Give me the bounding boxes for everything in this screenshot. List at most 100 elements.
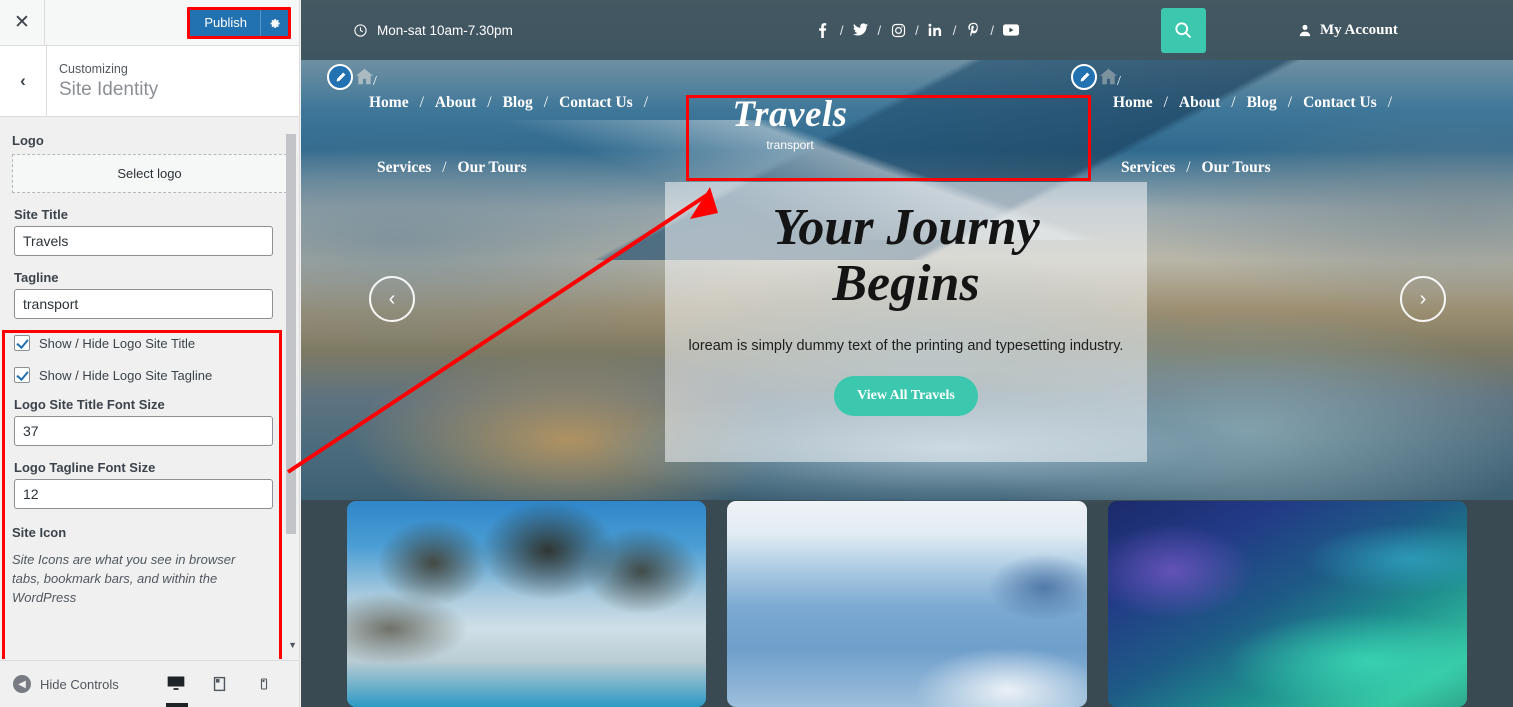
publish-button[interactable]: Publish — [190, 10, 288, 36]
instagram-icon[interactable] — [890, 23, 906, 38]
logo-site-title-font-size-label: Logo Site Title Font Size — [14, 397, 165, 412]
panel-header: ‹ Customizing Site Identity — [0, 45, 299, 117]
hide-controls-button[interactable]: ◀ Hide Controls — [13, 675, 119, 693]
desktop-preview-icon[interactable] — [164, 669, 188, 707]
destination-cards — [301, 501, 1513, 707]
logo-site-title-font-size-input[interactable] — [14, 416, 273, 446]
business-hours-label: Mon-sat 10am-7.30pm — [377, 22, 513, 38]
nav-separator: / — [543, 94, 549, 111]
show-hide-logo-site-tagline-label: Show / Hide Logo Site Tagline — [39, 367, 213, 383]
mobile-preview-icon[interactable] — [252, 669, 276, 699]
site-title-label: Site Title — [14, 207, 68, 222]
palm-beach-card[interactable] — [347, 501, 707, 707]
nav-item-about[interactable]: About — [1179, 94, 1220, 112]
social-separator: / — [952, 22, 957, 38]
social-separator: / — [990, 22, 994, 38]
business-hours: Mon-sat 10am-7.30pm — [353, 23, 513, 38]
scrollbar-down-arrow-icon[interactable]: ▼ — [288, 640, 297, 650]
panel-header-text: Customizing Site Identity — [47, 61, 158, 102]
social-separator: / — [915, 22, 919, 38]
santorini-coast-card[interactable] — [727, 501, 1087, 707]
publish-button-label: Publish — [204, 15, 247, 30]
chevron-left-circle-icon: ◀ — [13, 675, 31, 693]
site-topbar: Mon-sat 10am-7.30pm / / / / / My Account — [301, 0, 1513, 60]
home-icon — [355, 68, 374, 90]
pencil-edit-icon[interactable] — [1071, 64, 1097, 90]
nav-separator: / — [487, 94, 492, 111]
site-icon-description: Site Icons are what you see in browser t… — [12, 552, 236, 605]
view-all-travels-button[interactable]: View All Travels — [834, 376, 978, 416]
nav-item-our-tours[interactable]: Our Tours — [458, 159, 527, 177]
aurora-card[interactable] — [1107, 501, 1467, 707]
device-preview-switcher — [164, 669, 276, 707]
nav-item-home[interactable]: Home — [369, 94, 409, 112]
nav-item-blog[interactable]: Blog — [1247, 94, 1277, 112]
nav-item-contact-us[interactable]: Contact Us — [559, 94, 633, 112]
pinterest-icon[interactable] — [965, 22, 981, 38]
back-button[interactable]: ‹ — [0, 45, 47, 117]
social-separator: / — [877, 22, 882, 38]
primary-nav-block-right: / Home / About / Blog / Contact Us / Ser… — [1071, 64, 1471, 194]
hero-slide-card: Your Journy Begins loream is simply dumm… — [665, 182, 1147, 462]
nav-separator: / — [1231, 94, 1236, 111]
site-branding[interactable]: Travels transport — [690, 94, 890, 153]
nav-item-services[interactable]: Services — [1121, 159, 1175, 177]
search-button[interactable] — [1160, 7, 1206, 53]
show-hide-logo-site-tagline-row[interactable]: Show / Hide Logo Site Tagline — [14, 367, 287, 383]
nav-item-our-tours[interactable]: Our Tours — [1202, 159, 1271, 177]
close-icon[interactable]: ✕ — [0, 0, 45, 45]
logo-tagline-font-size-label: Logo Tagline Font Size — [14, 460, 156, 475]
person-icon — [1298, 23, 1312, 38]
carousel-prev-button[interactable]: ‹ — [369, 276, 415, 322]
show-hide-logo-site-title-row[interactable]: Show / Hide Logo Site Title — [14, 335, 287, 351]
sidebar-scrollbar-thumb[interactable] — [286, 134, 296, 534]
facebook-icon[interactable] — [815, 22, 831, 38]
pencil-edit-icon[interactable] — [327, 64, 353, 90]
show-hide-logo-site-tagline-checkbox[interactable] — [14, 367, 30, 383]
primary-nav-block-left: / Home / About / Blog / Contact Us / Ser… — [327, 64, 707, 194]
panel-kicker: Customizing — [59, 61, 128, 76]
carousel-next-button[interactable]: › — [1400, 276, 1446, 322]
show-hide-logo-site-title-checkbox[interactable] — [14, 335, 30, 351]
panel-body[interactable]: Logo Select logo Site Title Tagline Show… — [0, 117, 299, 659]
nav-row-primary: Home / About / Blog / Contact Us / — [1113, 94, 1403, 112]
nav-separator: / — [419, 94, 424, 111]
nav-item-home[interactable]: Home — [1113, 94, 1153, 112]
nav-separator: / — [442, 159, 447, 176]
social-separator: / — [839, 22, 844, 38]
nav-separator: / — [373, 74, 377, 89]
site-tagline: transport — [766, 138, 814, 152]
nav-separator: / — [1287, 94, 1293, 111]
my-account-label: My Account — [1319, 21, 1398, 38]
home-icon — [1099, 68, 1118, 90]
site-title-input[interactable] — [14, 226, 273, 256]
site-icon-label: Site Icon — [12, 525, 67, 540]
nav-separator: / — [643, 94, 648, 111]
nav-item-about[interactable]: About — [435, 94, 476, 112]
logo-tagline-font-size-input[interactable] — [14, 479, 273, 509]
hide-controls-label: Hide Controls — [40, 676, 119, 692]
nav-item-services[interactable]: Services — [377, 159, 431, 177]
tagline-label: Tagline — [14, 270, 59, 285]
nav-separator: / — [1163, 94, 1168, 111]
customizer-sidebar: ✕ Publish ‹ Customizing Site Identity Lo… — [0, 0, 300, 707]
youtube-icon[interactable] — [1002, 24, 1019, 36]
hero-heading-line2: Begins — [832, 255, 980, 312]
linkedin-icon[interactable] — [928, 23, 944, 37]
gear-icon[interactable] — [260, 10, 288, 36]
page-title: Site Identity — [59, 78, 159, 100]
publish-highlight-box: Publish — [187, 7, 291, 39]
nav-separator: / — [1117, 74, 1121, 89]
site-title: Travels — [732, 94, 848, 135]
select-logo-button[interactable]: Select logo — [12, 154, 287, 193]
nav-item-contact-us[interactable]: Contact Us — [1303, 94, 1377, 112]
nav-separator: / — [1186, 159, 1191, 176]
social-links: / / / / / — [815, 22, 1019, 38]
tagline-input[interactable] — [14, 289, 273, 319]
nav-item-blog[interactable]: Blog — [503, 94, 533, 112]
site-preview[interactable]: Mon-sat 10am-7.30pm / / / / / My Account… — [301, 0, 1513, 707]
twitter-icon[interactable] — [852, 23, 868, 37]
tablet-preview-icon[interactable] — [208, 669, 232, 699]
my-account-link[interactable]: My Account — [1298, 22, 1398, 39]
nav-separator: / — [1387, 94, 1392, 111]
